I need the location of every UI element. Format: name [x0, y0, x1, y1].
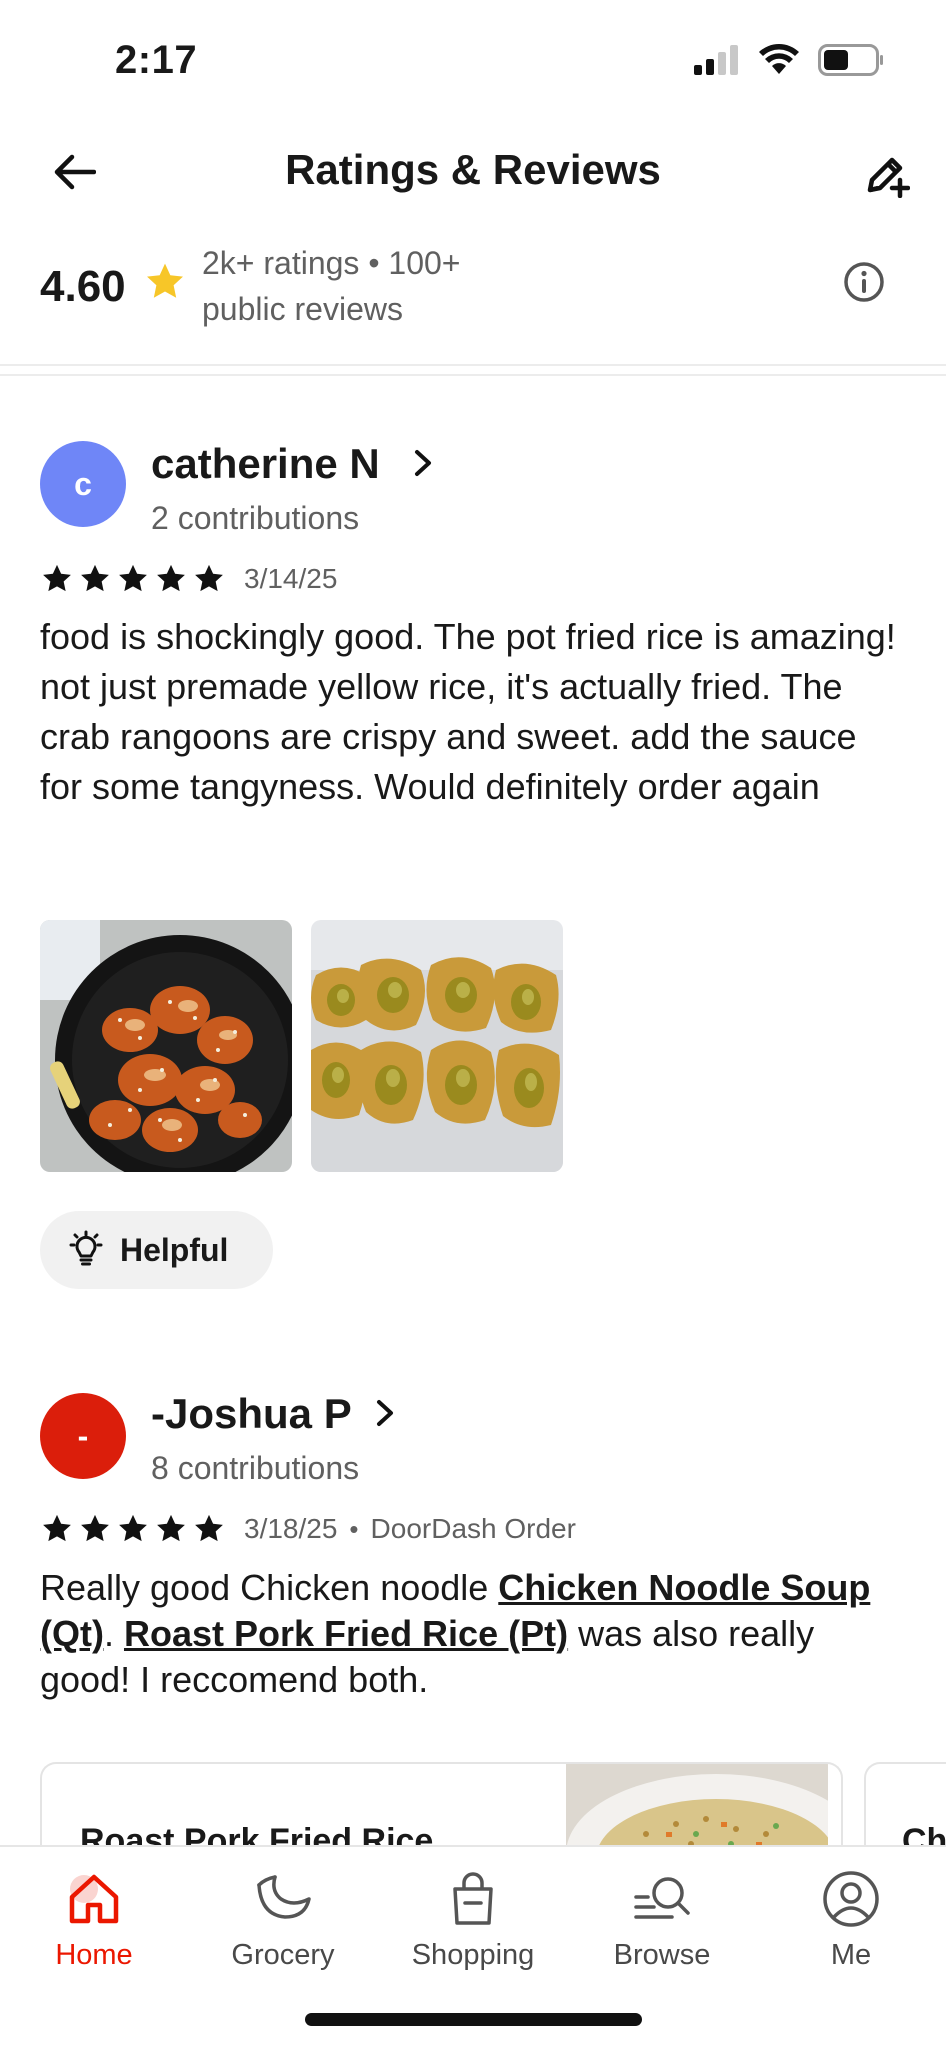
tab-label: Home — [55, 1939, 133, 1971]
star-icon — [195, 1514, 223, 1542]
profile-icon — [819, 1867, 883, 1931]
star-icon — [157, 564, 185, 592]
average-rating: 4.60 — [40, 262, 126, 311]
status-time: 2:17 — [115, 38, 198, 82]
lightbulb-icon — [69, 1230, 103, 1266]
tab-label: Grocery — [231, 1939, 335, 1971]
grocery-icon — [251, 1867, 315, 1931]
info-icon[interactable] — [842, 260, 886, 304]
star-icon — [195, 564, 223, 592]
menu-item-link[interactable]: Roast Pork Fried Rice (Pt) — [124, 1613, 568, 1654]
chevron-right-icon[interactable] — [410, 448, 436, 478]
review-source: DoorDash Order — [370, 1513, 576, 1544]
star-icon — [147, 263, 183, 298]
rating-counts-line1: 2k+ ratings • 100+ — [202, 245, 461, 281]
rating-summary: 4.60 2k+ ratings • 100+ public reviews — [0, 230, 946, 365]
status-icons — [692, 44, 884, 76]
header: Ratings & Reviews — [0, 120, 946, 230]
avatar[interactable]: c — [40, 441, 126, 527]
review-meta: 3/14/25 — [40, 562, 337, 596]
tab-grocery[interactable]: Grocery — [203, 1867, 363, 1972]
tab-me[interactable]: Me — [771, 1867, 931, 1972]
reviewer-name[interactable]: -Joshua P — [151, 1390, 352, 1438]
wifi-icon — [759, 44, 799, 74]
home-indicator — [305, 2013, 642, 2026]
star-icon — [119, 564, 147, 592]
review-text-part: Really good Chicken noodle — [40, 1567, 499, 1608]
contribution-count: 8 contributions — [151, 1450, 360, 1486]
review-photo[interactable] — [40, 920, 292, 1172]
review-text: food is shockingly good. The pot fried r… — [40, 616, 896, 807]
review-photo[interactable] — [311, 920, 563, 1172]
rating-counts-line2: public reviews — [202, 291, 403, 327]
review-text: Really good Chicken noodle Chicken Noodl… — [40, 1565, 906, 1703]
avatar[interactable]: - — [40, 1393, 126, 1479]
star-icon — [81, 564, 109, 592]
helpful-button[interactable]: Helpful — [40, 1211, 273, 1289]
tab-browse[interactable]: Browse — [582, 1867, 742, 1972]
star-icon — [81, 1514, 109, 1542]
page-title: Ratings & Reviews — [285, 146, 661, 193]
review-date: 3/14/25 — [244, 563, 338, 594]
write-review-button[interactable] — [856, 144, 916, 204]
status-bar: 2:17 — [0, 0, 946, 120]
star-icon — [157, 1514, 185, 1542]
crab-rangoon-photo — [311, 920, 563, 1172]
chevron-right-icon[interactable] — [372, 1398, 398, 1428]
browse-search-icon — [630, 1867, 694, 1931]
review-date: 3/18/25 — [244, 1513, 338, 1544]
tab-shopping[interactable]: Shopping — [393, 1867, 553, 1972]
review-meta: 3/18/25 • DoorDash Order — [40, 1512, 576, 1546]
tab-home[interactable]: Home — [14, 1867, 174, 1972]
rating-counts: 2k+ ratings • 100+ public reviews — [202, 240, 532, 332]
star-icon — [119, 1514, 147, 1542]
shopping-bag-icon — [441, 1867, 505, 1931]
star-icon — [43, 1514, 71, 1542]
tab-label: Me — [830, 1939, 872, 1971]
meta-separator: • — [349, 1513, 359, 1544]
tab-label: Browse — [613, 1939, 711, 1971]
star-icon — [43, 564, 71, 592]
cellular-signal-icon — [694, 45, 738, 75]
home-icon — [62, 1867, 126, 1931]
tab-label: Shopping — [411, 1939, 535, 1971]
helpful-label: Helpful — [120, 1231, 229, 1268]
reviewer-name[interactable]: catherine N — [151, 440, 380, 488]
review-text-part: . — [103, 1613, 124, 1654]
sesame-chicken-photo — [40, 920, 292, 1172]
contribution-count: 2 contributions — [151, 500, 360, 536]
section-divider — [0, 364, 946, 376]
battery-icon — [818, 44, 883, 76]
pencil-plus-icon — [867, 157, 910, 198]
